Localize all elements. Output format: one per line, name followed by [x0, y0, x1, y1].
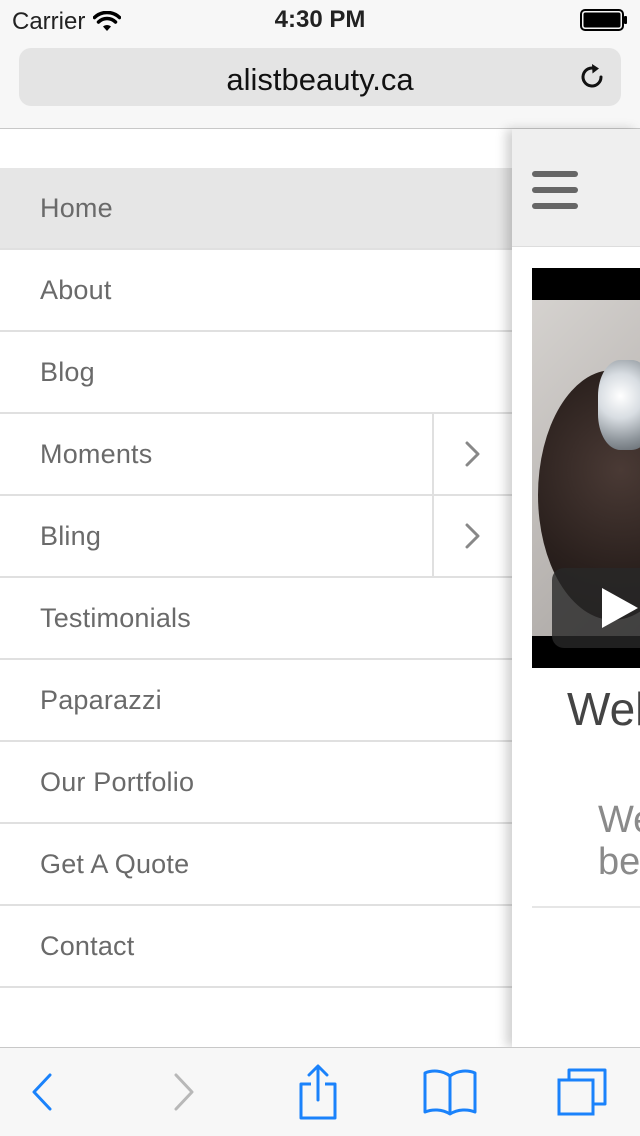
bling-submenu-toggle[interactable] — [432, 496, 512, 576]
share-button[interactable] — [290, 1064, 346, 1120]
menu-item-label: Our Portfolio — [40, 766, 195, 797]
forward-icon — [174, 1073, 194, 1111]
address-area: alistbeauty.ca — [0, 40, 640, 129]
main-panel[interactable]: Wel We be — [512, 129, 640, 1047]
menu-item-label: Home — [40, 192, 113, 223]
menu-item-label: Get A Quote — [40, 848, 190, 879]
chevron-right-icon — [465, 441, 480, 467]
menu-item-label: Bling — [40, 520, 102, 551]
side-menu: Home About Blog Moments Bling Testimonia… — [0, 129, 512, 1047]
share-icon — [299, 1064, 337, 1120]
menu-item-label: Contact — [40, 930, 135, 961]
menu-item-paparazzi[interactable]: Paparazzi — [0, 660, 512, 742]
site-header — [512, 129, 640, 247]
address-bar[interactable]: alistbeauty.ca — [19, 48, 621, 106]
menu-item-blog[interactable]: Blog — [0, 332, 512, 414]
hamburger-menu-icon[interactable] — [532, 171, 578, 209]
welcome-subtext-line2: be — [598, 841, 640, 883]
back-button[interactable] — [14, 1064, 70, 1120]
tabs-button[interactable] — [554, 1064, 610, 1120]
tabs-icon — [557, 1068, 607, 1116]
browser-toolbar — [0, 1047, 640, 1136]
menu-item-label: Paparazzi — [40, 684, 162, 715]
menu-item-about[interactable]: About — [0, 250, 512, 332]
status-time: 4:30 PM — [274, 6, 366, 33]
welcome-subtext-line1: We — [598, 799, 640, 841]
content-divider — [532, 906, 640, 908]
forward-button[interactable] — [156, 1064, 212, 1120]
menu-item-label: Moments — [40, 438, 153, 469]
menu-list: Home About Blog Moments Bling Testimonia… — [0, 168, 512, 988]
menu-item-label: Blog — [40, 356, 95, 387]
reload-icon[interactable] — [577, 62, 607, 92]
back-icon — [32, 1073, 52, 1111]
battery-icon — [580, 9, 627, 31]
chevron-right-icon — [465, 523, 480, 549]
play-icon — [602, 588, 638, 628]
play-button[interactable] — [552, 568, 640, 648]
moments-submenu-toggle[interactable] — [432, 414, 512, 494]
welcome-heading: Wel — [567, 683, 640, 735]
bookmarks-button[interactable] — [422, 1064, 478, 1120]
hair-jewel-image — [598, 360, 640, 450]
menu-item-home[interactable]: Home — [0, 168, 512, 250]
bookmarks-icon — [423, 1069, 477, 1116]
menu-item-bling[interactable]: Bling — [0, 496, 512, 578]
menu-item-contact[interactable]: Contact — [0, 906, 512, 988]
video-player[interactable] — [532, 268, 640, 668]
menu-item-our-portfolio[interactable]: Our Portfolio — [0, 742, 512, 824]
welcome-subtext: We be — [598, 799, 640, 883]
url-text[interactable]: alistbeauty.ca — [19, 62, 621, 98]
status-bar: Carrier 4:30 PM — [0, 0, 640, 40]
menu-item-moments[interactable]: Moments — [0, 414, 512, 496]
menu-item-get-a-quote[interactable]: Get A Quote — [0, 824, 512, 906]
menu-item-testimonials[interactable]: Testimonials — [0, 578, 512, 660]
menu-item-label: About — [40, 274, 112, 305]
menu-item-label: Testimonials — [40, 602, 191, 633]
